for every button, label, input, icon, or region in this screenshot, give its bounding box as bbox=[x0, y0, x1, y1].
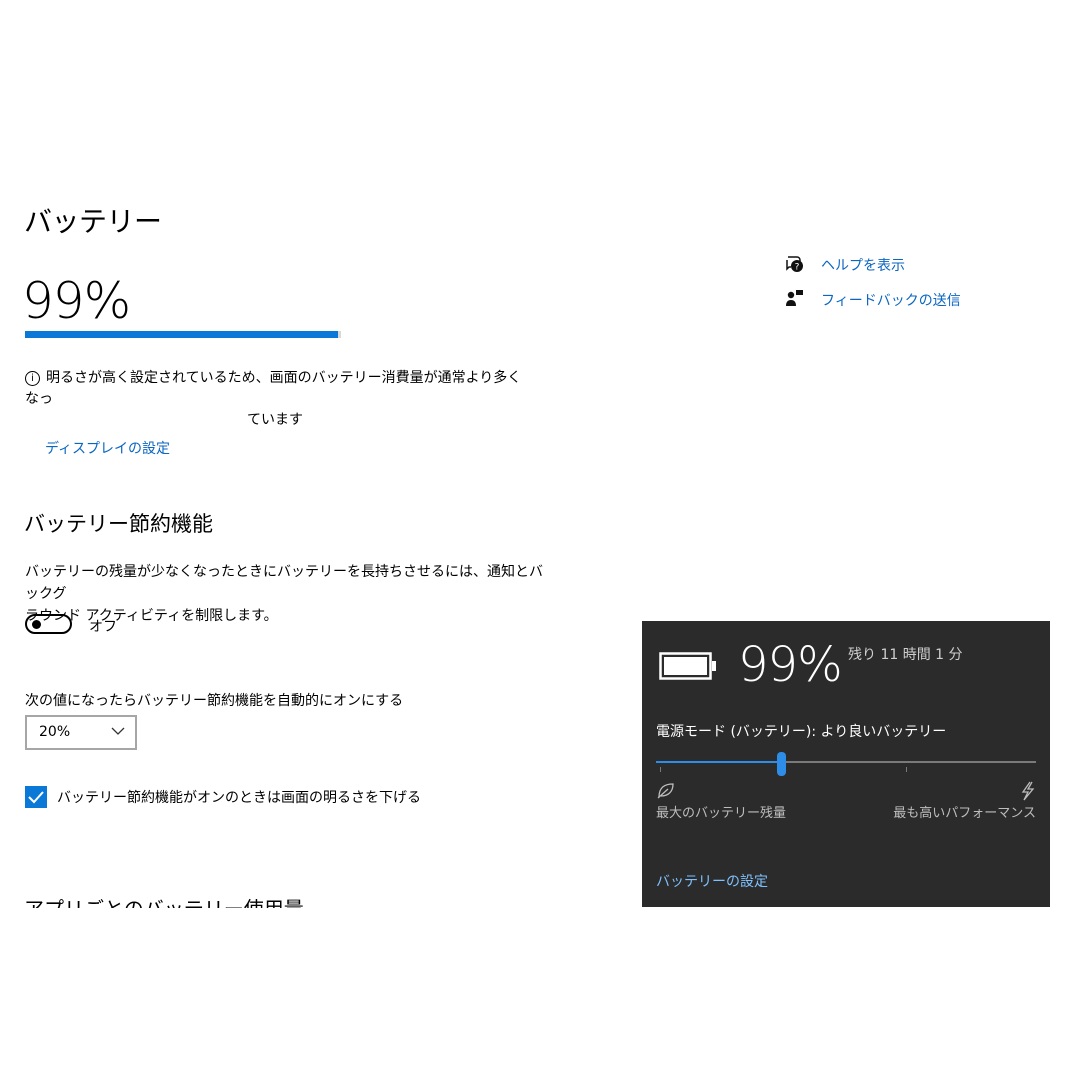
lower-brightness-checkbox[interactable] bbox=[25, 786, 47, 808]
usage-heading-clip: アプリごとのバッテリー使用量 bbox=[24, 888, 424, 908]
slider-fill bbox=[656, 761, 782, 763]
threshold-value: 20% bbox=[39, 724, 71, 740]
feedback-person-icon bbox=[786, 290, 803, 306]
chat-help-icon: ? bbox=[786, 256, 803, 273]
toggle-knob bbox=[32, 620, 41, 629]
lightning-icon bbox=[1021, 781, 1035, 801]
auto-on-label: 次の値になったらバッテリー節約機能を自動的にオンにする bbox=[25, 693, 404, 709]
battery-percent: 99% bbox=[22, 272, 131, 330]
battery-saver-toggle[interactable] bbox=[25, 614, 72, 634]
flyout-percent: 99% bbox=[738, 637, 843, 693]
help-link[interactable]: ヘルプを表示 bbox=[821, 255, 905, 275]
warning-line-2: ています bbox=[247, 412, 303, 428]
warning-line-1: 明るさが高く設定されているため、画面のバッテリー消費量が通常より多くなっ bbox=[25, 370, 522, 407]
svg-text:?: ? bbox=[795, 263, 800, 273]
info-icon: i bbox=[25, 371, 40, 386]
description-line-1: バッテリーの残量が少なくなったときにバッテリーを長持ちさせるには、通知とバックグ bbox=[25, 564, 543, 602]
slider-tick bbox=[660, 767, 661, 772]
battery-icon bbox=[659, 652, 716, 680]
slider-thumb[interactable] bbox=[777, 752, 787, 776]
slider-tick bbox=[906, 767, 907, 772]
battery-flyout: 99% 残り 11 時間 1 分 電源モード (バッテリー): より良いバッテリ… bbox=[642, 621, 1050, 907]
brightness-warning: i 明るさが高く設定されているため、画面のバッテリー消費量が通常より多くなっ てい… bbox=[25, 368, 525, 431]
feedback-link[interactable]: フィードバックの送信 bbox=[821, 290, 961, 310]
checkmark-icon bbox=[28, 791, 44, 804]
usage-by-app-heading: アプリごとのバッテリー使用量 bbox=[24, 893, 304, 908]
best-performance-label: 最も高いパフォーマンス bbox=[893, 806, 1036, 821]
power-mode-label: 電源モード (バッテリー): より良いバッテリー bbox=[656, 724, 947, 740]
battery-saver-heading: バッテリー節約機能 bbox=[24, 512, 213, 536]
threshold-dropdown[interactable]: 20% bbox=[25, 715, 137, 750]
battery-level-fill bbox=[25, 331, 338, 338]
power-mode-slider[interactable] bbox=[656, 761, 1036, 763]
leaf-icon bbox=[657, 783, 674, 799]
toggle-state-label: オフ bbox=[89, 619, 117, 635]
lower-brightness-label: バッテリー節約機能がオンのときは画面の明るさを下げる bbox=[57, 790, 421, 806]
battery-settings-link[interactable]: バッテリーの設定 bbox=[656, 871, 768, 891]
display-settings-link[interactable]: ディスプレイの設定 bbox=[45, 438, 170, 458]
chevron-down-icon bbox=[111, 727, 125, 735]
battery-level-bar bbox=[25, 331, 341, 338]
max-battery-label: 最大のバッテリー残量 bbox=[656, 806, 787, 821]
page-title: バッテリー bbox=[24, 205, 162, 238]
time-remaining: 残り 11 時間 1 分 bbox=[848, 647, 963, 663]
